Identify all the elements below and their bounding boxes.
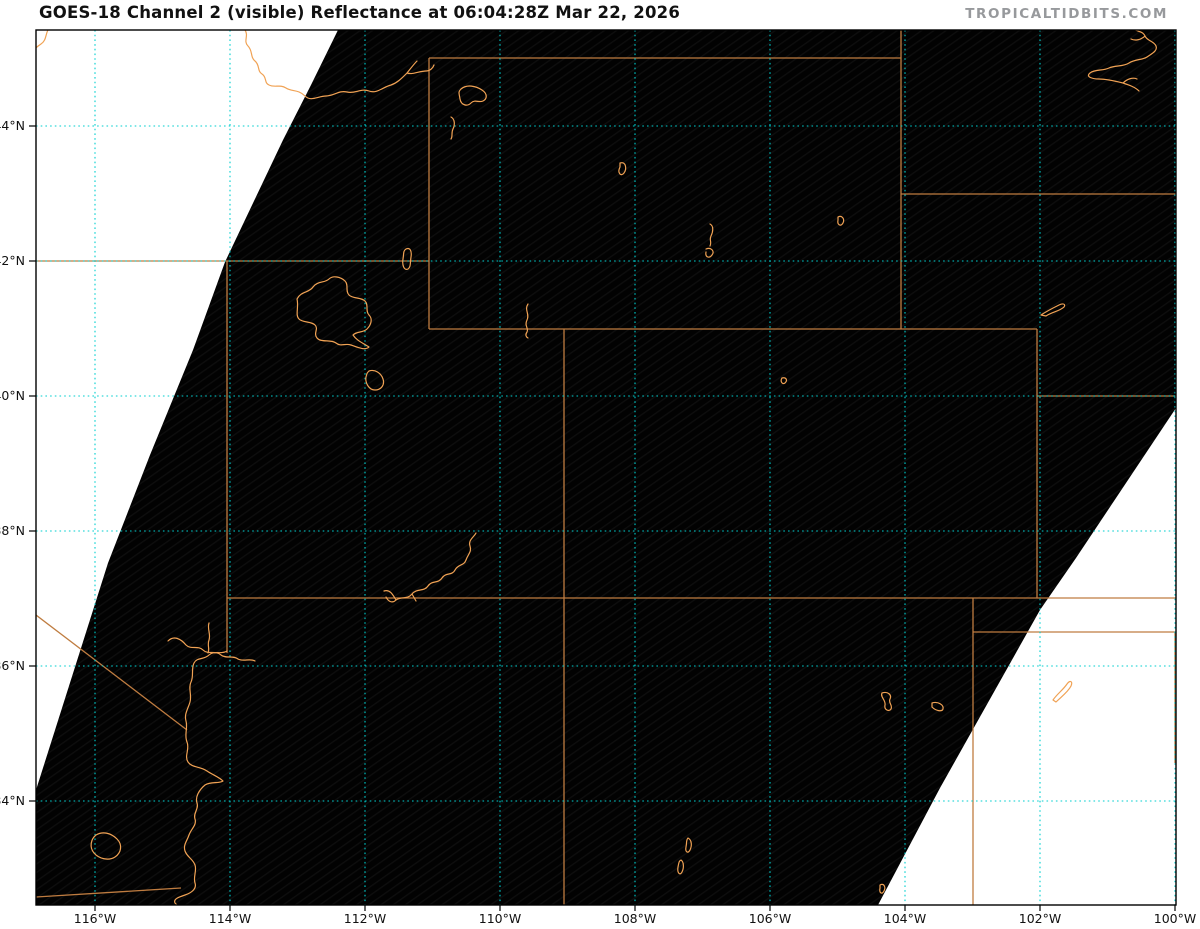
axis-label-lat-42°N: 42°N — [0, 253, 25, 268]
axis-label-lon-102°W: 102°W — [1019, 911, 1061, 926]
satellite-map-page: { "header": { "title": "GOES-18 Channel … — [0, 0, 1200, 929]
night-satellite-scan-region — [36, 30, 1176, 905]
axis-label-lat-36°N: 36°N — [0, 658, 25, 673]
axis-label-lat-38°N: 38°N — [0, 523, 25, 538]
axis-label-lat-44°N: 44°N — [0, 118, 25, 133]
axis-label-lon-104°W: 104°W — [884, 911, 926, 926]
axis-label-lon-100°W: 100°W — [1154, 911, 1196, 926]
axis-label-lat-34°N: 34°N — [0, 793, 25, 808]
satellite-map-figure: 116°W 114°W 112°W 110°W 108°W 106°W 104°W 102°W… — [0, 29, 1196, 926]
axis-label-lon-114°W: 114°W — [209, 911, 251, 926]
lake-meredith — [1052, 680, 1073, 703]
axis-label-lon-106°W: 106°W — [749, 911, 791, 926]
axis-label-lon-116°W: 116°W — [74, 911, 116, 926]
axis-label-lat-40°N: 40°N — [0, 388, 25, 403]
axis-label-lon-112°W: 112°W — [344, 911, 386, 926]
axis-label-lon-110°W: 110°W — [479, 911, 521, 926]
axis-label-lon-108°W: 108°W — [614, 911, 656, 926]
